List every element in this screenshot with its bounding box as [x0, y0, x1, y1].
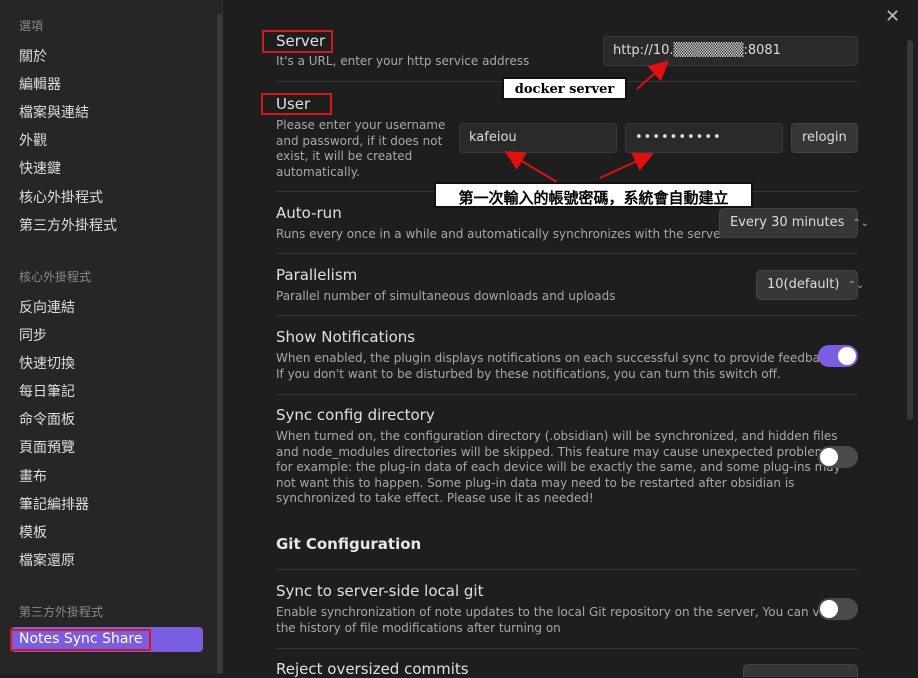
- arrow-to-server: [636, 60, 669, 90]
- annotation-docker-server: docker server: [502, 77, 627, 100]
- annotation-arrows: [504, 60, 669, 183]
- annotation-first-login: 第一次輸入的帳號密碼，系統會自動建立: [434, 182, 753, 208]
- arrow-to-username: [504, 150, 558, 183]
- arrow-to-password: [599, 152, 654, 179]
